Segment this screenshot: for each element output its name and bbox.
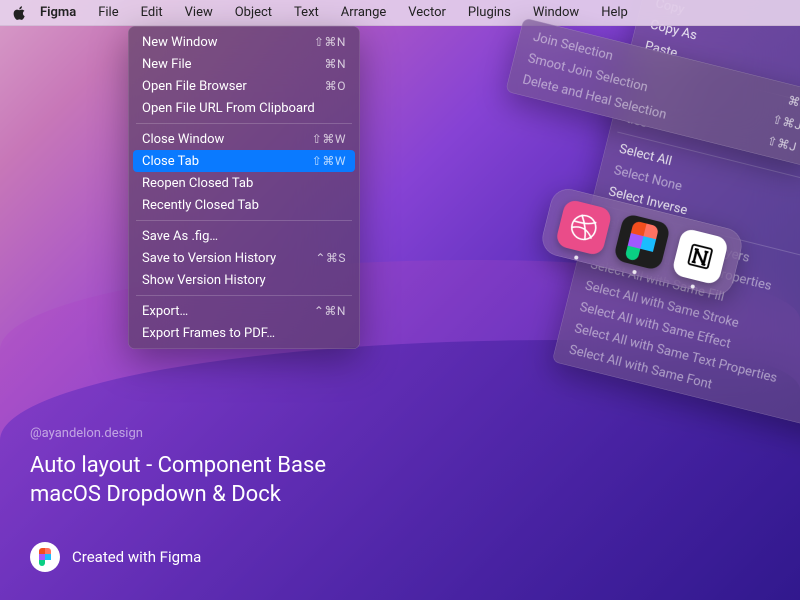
menu-item-label: Recently Closed Tab	[142, 198, 259, 213]
menu-edit[interactable]: Edit	[131, 3, 173, 22]
menu-item-label: New Window	[142, 35, 218, 50]
menu-item-shortcut: ⌘O	[325, 79, 346, 93]
menu-item[interactable]: New Window ⇧⌘N	[133, 31, 355, 53]
caption-line2: macOS Dropdown & Dock	[30, 480, 326, 510]
menu-object[interactable]: Object	[225, 3, 282, 22]
menu-item-shortcut: ⌃⌘S	[315, 251, 346, 265]
menu-item[interactable]: Close Tab ⇧⌘W	[133, 150, 355, 172]
menu-item[interactable]: Save As .fig…	[133, 225, 355, 247]
menu-item-label: Close Tab	[142, 154, 199, 169]
menu-item[interactable]: Show Version History	[133, 269, 355, 291]
figma-badge-icon	[30, 542, 60, 572]
menu-item-label: Export…	[142, 304, 188, 319]
menu-item-label: Reopen Closed Tab	[142, 176, 253, 191]
menu-item-label: Save As .fig…	[142, 229, 218, 244]
menu-item[interactable]: New File ⌘N	[133, 53, 355, 75]
file-dropdown: New Window ⇧⌘N New File ⌘N Open File Browser…	[128, 26, 360, 349]
menu-item[interactable]: Export Frames to PDF…	[133, 322, 355, 344]
menu-item-label: Export Frames to PDF…	[142, 326, 275, 341]
apple-icon[interactable]	[10, 6, 28, 20]
menu-item-shortcut: ⇧⌘W	[312, 154, 346, 168]
menu-file[interactable]: File	[88, 3, 128, 22]
dock-dribbble-icon[interactable]	[555, 198, 613, 256]
menu-view[interactable]: View	[175, 3, 223, 22]
menu-item[interactable]: Open File Browser ⌘O	[133, 75, 355, 97]
menu-item-label: Show Version History	[142, 273, 266, 288]
caption-line1: Auto layout - Component Base	[30, 451, 326, 481]
separator	[136, 220, 352, 221]
separator	[136, 123, 352, 124]
menu-item[interactable]: Recently Closed Tab	[133, 194, 355, 216]
menu-item[interactable]: Open File URL From Clipboard	[133, 97, 355, 119]
menu-item[interactable]: Close Window ⇧⌘W	[133, 128, 355, 150]
menubar: Figma File Edit View Object Text Arrange…	[0, 0, 800, 26]
separator	[136, 295, 352, 296]
menu-item-label: Save to Version History	[142, 251, 276, 266]
menu-item-shortcut: ⌃⌘N	[314, 304, 346, 318]
menu-item-shortcut: ⌘N	[324, 57, 346, 71]
menu-item[interactable]: Export… ⌃⌘N	[133, 300, 355, 322]
menu-plugins[interactable]: Plugins	[458, 3, 521, 22]
menu-item-shortcut: ⇧⌘J	[766, 133, 799, 154]
caption-handle: @ayandelon.design	[30, 426, 326, 441]
menu-item-label: Open File Browser	[142, 79, 247, 94]
dock-notion-icon[interactable]	[671, 227, 729, 285]
menu-figma[interactable]: Figma	[30, 3, 86, 22]
menu-item-label: Open File URL From Clipboard	[142, 101, 315, 116]
caption: @ayandelon.design Auto layout - Componen…	[30, 426, 326, 510]
menu-vector[interactable]: Vector	[398, 3, 456, 22]
menu-item-shortcut: ⌘J	[786, 93, 800, 111]
menu-item-shortcut: ⇧⌘J	[771, 112, 800, 133]
dock-figma-icon[interactable]	[613, 213, 671, 271]
credit-text: Created with Figma	[72, 548, 201, 566]
menu-text[interactable]: Text	[284, 3, 329, 22]
menu-item-shortcut: ⇧⌘W	[312, 132, 346, 146]
menu-arrange[interactable]: Arrange	[331, 3, 396, 22]
menu-item[interactable]: Save to Version History ⌃⌘S	[133, 247, 355, 269]
menu-help[interactable]: Help	[591, 3, 638, 22]
credit: Created with Figma	[30, 542, 201, 572]
menu-item-label: New File	[142, 57, 192, 72]
menu-item-label: Close Window	[142, 132, 224, 147]
menu-item[interactable]: Reopen Closed Tab	[133, 172, 355, 194]
menu-item-shortcut: ⇧⌘N	[314, 35, 346, 49]
